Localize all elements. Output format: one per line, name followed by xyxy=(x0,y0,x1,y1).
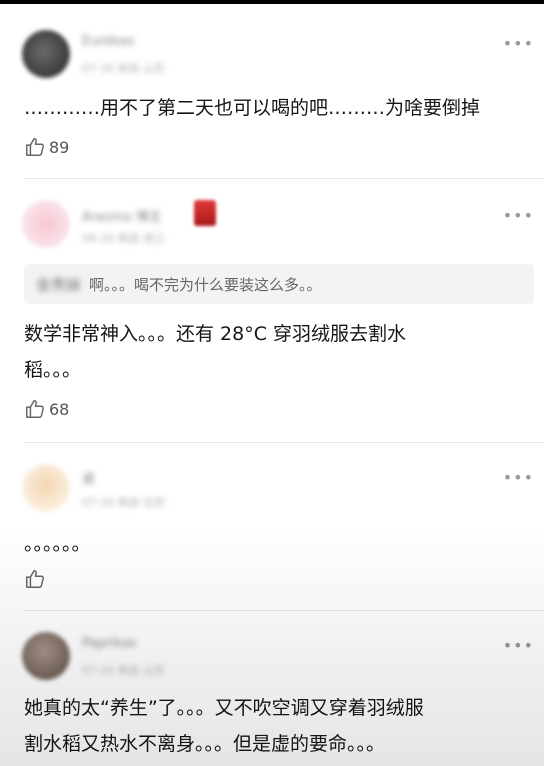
more-options-icon[interactable]: ••• xyxy=(503,208,534,224)
quoted-text: 啊。。。喝不完为什么要装这么多。。 xyxy=(89,275,322,294)
comment-item: Arasmo 博主 08-16 来自 浙江 ••• 金秀妹 啊。。。喝不完为什么… xyxy=(0,180,544,440)
quoted-reply[interactable]: 金秀妹 啊。。。喝不完为什么要装这么多。。 xyxy=(24,264,534,304)
divider xyxy=(24,442,544,443)
comment-text: 。。。。。。 xyxy=(24,533,91,555)
author-name[interactable]: Eurekax xyxy=(82,34,134,49)
avatar[interactable] xyxy=(22,200,70,248)
comment-text: …………用不了第二天也可以喝的吧………为啥要倒掉 xyxy=(24,97,481,119)
achievement-badge-icon xyxy=(194,200,216,226)
avatar[interactable] xyxy=(22,464,70,512)
divider xyxy=(24,178,544,179)
comment-meta: 07-16 来自 山东 xyxy=(82,62,165,75)
comment-text-line: 数学非常神入。。。还有 28°C 穿羽绒服去割水 xyxy=(24,323,407,345)
author-name[interactable]: Arasmo 博主 xyxy=(82,206,162,225)
like-button[interactable]: 89 xyxy=(24,136,69,158)
more-options-icon[interactable]: ••• xyxy=(503,470,534,486)
comment-text-line: 割水稻又热水不离身。。。但是虚的要命。。。 xyxy=(24,733,386,755)
comment-text: 数学非常神入。。。还有 28°C 穿羽绒服去割水 稻。。。 xyxy=(24,316,524,388)
author-name[interactable]: 桌 xyxy=(82,468,95,487)
thumbs-up-icon xyxy=(26,138,44,156)
divider xyxy=(24,610,544,611)
comment-item: Paprikas 07-16 来自 山东 ••• 她真的太“养生”了。。。又不吹… xyxy=(0,612,544,766)
more-options-icon[interactable]: ••• xyxy=(503,638,534,654)
author-name[interactable]: Paprikas xyxy=(82,636,136,651)
comment-text-line: 稻。。。 xyxy=(24,359,82,381)
comment-text-line: 她真的太“养生”了。。。又不吹空调又穿着羽绒服 xyxy=(24,697,424,719)
quoted-author: 金秀妹 xyxy=(36,275,82,294)
comment-feed: Eurekax 07-16 来自 山东 ••• …………用不了第二天也可以喝的吧… xyxy=(0,0,544,766)
avatar[interactable] xyxy=(22,30,70,78)
more-options-icon[interactable]: ••• xyxy=(503,36,534,52)
comment-item: 桌 07-16 来自 北京 ••• 。。。。。。 xyxy=(0,444,544,610)
like-button[interactable]: 68 xyxy=(24,398,69,420)
thumbs-up-icon xyxy=(26,400,44,418)
like-button[interactable] xyxy=(24,568,49,590)
comment-meta: 08-16 来自 浙江 xyxy=(82,232,165,245)
thumbs-up-icon xyxy=(26,570,44,588)
comment-meta: 07-16 来自 北京 xyxy=(82,496,165,509)
comment-text: 她真的太“养生”了。。。又不吹空调又穿着羽绒服 割水稻又热水不离身。。。但是虚的… xyxy=(24,690,524,762)
comment-meta: 07-16 来自 山东 xyxy=(82,664,165,677)
like-count: 68 xyxy=(49,399,70,419)
like-count: 89 xyxy=(49,137,70,157)
avatar[interactable] xyxy=(22,632,70,680)
comment-item: Eurekax 07-16 来自 山东 ••• …………用不了第二天也可以喝的吧… xyxy=(0,4,544,176)
